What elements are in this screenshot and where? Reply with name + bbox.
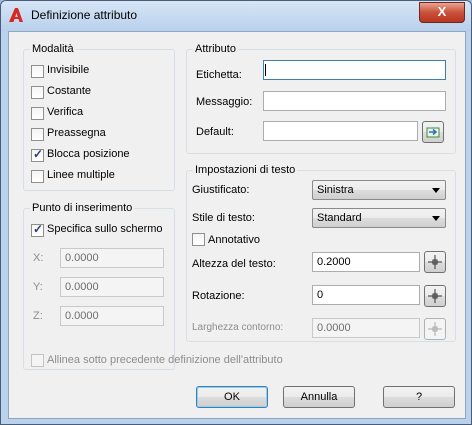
modalita-label-2: Verifica (47, 106, 84, 118)
help-button[interactable]: ? (383, 386, 455, 408)
etichetta-input[interactable] (263, 60, 446, 80)
altezza-input[interactable]: 0.2000 (312, 252, 420, 272)
z-input[interactable]: 0.0000 (60, 306, 164, 326)
stile-label: Stile di testo: (192, 212, 255, 224)
close-icon: X (437, 4, 447, 19)
attributo-title: Attributo (193, 43, 238, 55)
testo-title: Impostazioni di testo (193, 164, 298, 176)
crosshair-icon (428, 255, 442, 269)
crosshair-icon (428, 322, 442, 336)
modalita-checkbox-4[interactable] (31, 147, 44, 162)
stile-select[interactable]: Standard (312, 208, 446, 228)
y-label: Y: (33, 281, 43, 293)
modalita-checkbox-1[interactable] (31, 86, 44, 99)
rotazione-pick-button[interactable] (424, 285, 446, 307)
modalita-checkbox-0[interactable] (31, 65, 44, 78)
close-button[interactable]: X (419, 2, 465, 23)
window-title: Definizione attributo (31, 8, 138, 22)
punto-title: Punto di inserimento (30, 202, 135, 214)
altezza-pick-button[interactable] (424, 251, 446, 273)
crosshair-icon (428, 289, 442, 303)
giustificato-select[interactable]: Sinistra (312, 180, 446, 200)
modalita-label-0: Invisibile (47, 64, 90, 76)
modalita-label-5: Linee multiple (47, 169, 115, 181)
modalita-checkbox-2[interactable] (31, 107, 44, 120)
modalita-label-1: Costante (47, 85, 92, 97)
x-input[interactable]: 0.0000 (60, 248, 164, 268)
modalita-checkbox-3[interactable] (31, 128, 44, 141)
title-bar[interactable]: Definizione attributo X (1, 1, 471, 31)
annotativo-label: Annotativo (208, 234, 260, 246)
messaggio-label: Messaggio: (196, 96, 253, 108)
etichetta-label: Etichetta: (196, 69, 242, 81)
rotazione-label: Rotazione: (192, 290, 245, 302)
dialog-window: Definizione attributo X Modalità Invisib… (0, 0, 472, 425)
chevron-down-icon (432, 216, 440, 221)
annulla-button[interactable]: Annulla (283, 386, 355, 408)
modalita-checkbox-5[interactable] (31, 170, 44, 183)
allinea-checkbox[interactable] (31, 354, 44, 367)
default-input[interactable] (263, 121, 418, 141)
stile-value: Standard (317, 212, 362, 224)
annotativo-checkbox[interactable] (192, 233, 205, 246)
modalita-label-3: Preassegna (47, 127, 106, 139)
modalita-label-4: Blocca posizione (47, 148, 130, 160)
larghezza-label: Larghezza contorno: (192, 322, 284, 333)
default-label: Default: (196, 126, 234, 138)
insert-field-icon (426, 127, 440, 138)
y-input[interactable]: 0.0000 (60, 277, 164, 297)
ok-button[interactable]: OK (196, 386, 268, 408)
chevron-down-icon (432, 188, 440, 193)
altezza-label: Altezza del testo: (192, 258, 276, 270)
specifica-checkbox[interactable] (31, 222, 44, 237)
giustificato-label: Giustificato: (192, 184, 250, 196)
messaggio-input[interactable] (263, 91, 446, 111)
modalita-title: Modalità (30, 43, 76, 55)
dialog-client: Modalità Invisibile Costante Verifica Preas… (8, 31, 466, 419)
text-cursor (265, 64, 266, 76)
specifica-label: Specifica sullo schermo (47, 223, 163, 235)
larghezza-pick-button[interactable] (424, 318, 446, 340)
autocad-logo-icon (9, 8, 23, 22)
allinea-label: Allinea sotto precedente definizione del… (47, 354, 283, 366)
giustificato-value: Sinistra (317, 184, 354, 196)
z-label: Z: (33, 310, 43, 322)
x-label: X: (33, 252, 44, 264)
insert-field-button[interactable] (422, 121, 444, 143)
rotazione-input[interactable]: 0 (312, 285, 420, 305)
larghezza-input[interactable]: 0.0000 (312, 318, 420, 338)
